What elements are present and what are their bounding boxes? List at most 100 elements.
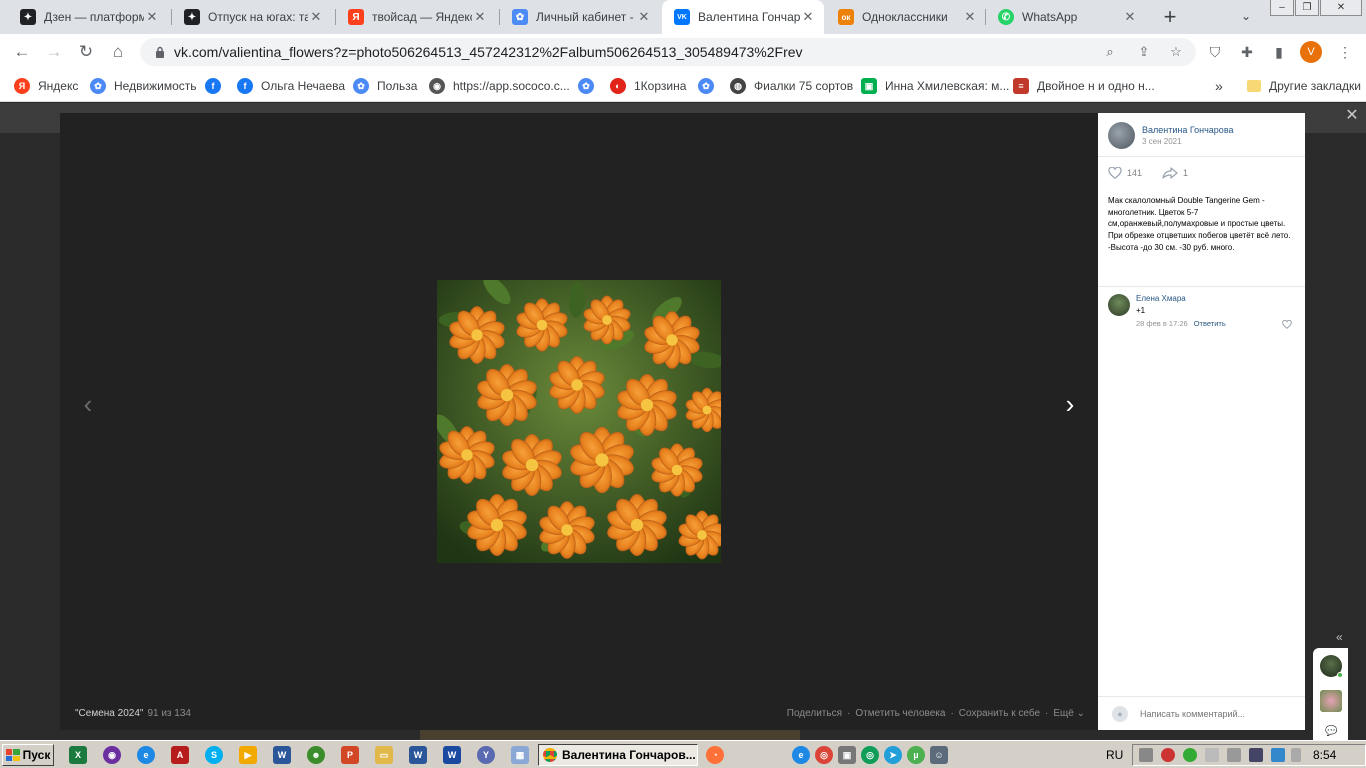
bookmarks-overflow-icon[interactable]: »	[1215, 77, 1223, 95]
side-panel-icon[interactable]: ▮	[1270, 43, 1288, 61]
bookmark-flower[interactable]: ✿	[578, 77, 594, 95]
outlook-icon[interactable]: W	[273, 746, 291, 764]
tag-person-action-link[interactable]: Отметить человека	[855, 708, 945, 719]
firefox-icon[interactable]: ◔	[706, 746, 724, 764]
bookmark-sococo[interactable]: ◉ https://app.sococo.c...	[429, 77, 570, 95]
telegram-icon[interactable]: ➤	[884, 746, 902, 764]
calculator-icon[interactable]: ▦	[511, 746, 529, 764]
author-name-link[interactable]: Валентина Гончарова	[1142, 125, 1234, 135]
close-icon[interactable]: ✕	[800, 9, 816, 25]
bookmark-star-icon[interactable]: ☆	[1168, 44, 1184, 60]
reply-link[interactable]: Ответить	[1194, 319, 1226, 328]
tab-search-chevron-icon[interactable]: ⌄	[1236, 6, 1256, 26]
word-icon[interactable]: W	[409, 746, 427, 764]
window-close-icon[interactable]: ✕	[1320, 0, 1362, 16]
url-text[interactable]: vk.com/valientina_flowers?z=photo5062645…	[174, 44, 803, 60]
video-player-icon[interactable]: ▶	[239, 746, 257, 764]
yahoo-icon[interactable]: Y	[477, 746, 495, 764]
excel-icon[interactable]: X	[69, 746, 87, 764]
collapse-chats-icon[interactable]: «	[1336, 630, 1343, 644]
bookmark-other-folder[interactable]: Другие закладки	[1247, 77, 1361, 95]
language-indicator[interactable]: RU	[1106, 748, 1123, 762]
bookmark-realty[interactable]: ✿ Недвижимость	[90, 77, 197, 95]
frog-icon[interactable]: ☻	[307, 746, 325, 764]
bookmark-olga[interactable]: f Ольга Нечаева	[237, 77, 345, 95]
heart-like-icon[interactable]	[1108, 167, 1122, 179]
tray-misc-icon[interactable]	[1291, 748, 1301, 762]
quicklaunch-ie-icon[interactable]: e	[792, 746, 810, 764]
quicklaunch-chrome-icon[interactable]: ◎	[815, 746, 833, 764]
close-icon[interactable]: ✕	[472, 9, 488, 25]
word-legacy-icon[interactable]: W	[443, 746, 461, 764]
taskbar-chrome-window[interactable]: Валентина Гончаров...	[538, 744, 698, 766]
tab-dzen-1[interactable]: ✦ Дзен — платформа ✕	[8, 0, 168, 34]
close-icon[interactable]: ✕	[636, 9, 652, 25]
commenter-avatar[interactable]	[1108, 294, 1130, 316]
flower-photo[interactable]	[437, 280, 721, 563]
comment-time[interactable]: 28 фев в 17:26	[1136, 319, 1188, 328]
zoom-search-icon[interactable]: ⌕	[1102, 44, 1118, 60]
torrent-icon[interactable]: µ	[907, 746, 925, 764]
chat-avatar-2[interactable]	[1320, 690, 1342, 712]
profile-avatar[interactable]: V	[1300, 41, 1322, 63]
shield-extension-icon[interactable]: ⛉	[1206, 43, 1224, 61]
tab-vk-active[interactable]: VK Валентина Гончаро ✕	[662, 0, 824, 34]
media-icon[interactable]: ◉	[103, 746, 121, 764]
clock[interactable]: 8:54	[1313, 748, 1336, 762]
bookmark-fialki[interactable]: ◍ Фиалки 75 сортов	[730, 77, 853, 95]
extensions-puzzle-icon[interactable]: ✚	[1238, 43, 1256, 61]
bookmark-flower-2[interactable]: ✿	[698, 77, 714, 95]
bookmark-polza[interactable]: ✿ Польза	[353, 77, 417, 95]
address-bar[interactable]: vk.com/valientina_flowers?z=photo5062645…	[140, 38, 1196, 66]
bookmark-korzina[interactable]: ◐ 1Корзина	[610, 77, 686, 95]
chat-bubble-icon[interactable]: 💬	[1325, 726, 1337, 737]
acrobat-icon[interactable]: A	[171, 746, 189, 764]
comment-input[interactable]	[1140, 708, 1290, 719]
reload-icon[interactable]: ↻	[73, 39, 99, 65]
tray-app-icon[interactable]	[1139, 748, 1153, 762]
tab-whatsapp[interactable]: ✆ WhatsApp ✕	[986, 0, 1146, 34]
back-arrow-icon[interactable]: ←	[9, 39, 35, 65]
previous-photo-arrow-icon[interactable]: ‹	[78, 389, 98, 419]
restore-icon[interactable]: ❐	[1295, 0, 1319, 16]
next-photo-arrow-icon[interactable]: ›	[1060, 389, 1080, 419]
quicklaunch-camera-icon[interactable]: ▣	[838, 746, 856, 764]
commenter-name-link[interactable]: Елена Хмара	[1136, 294, 1186, 303]
comment-heart-icon[interactable]	[1282, 320, 1292, 329]
bookmark-facebook[interactable]: f	[205, 77, 221, 95]
share-page-icon[interactable]: ⇪	[1136, 44, 1152, 60]
tray-volume-icon[interactable]	[1205, 748, 1219, 762]
close-icon[interactable]: ✕	[144, 9, 160, 25]
tray-network-icon[interactable]	[1227, 748, 1241, 762]
more-action-link[interactable]: Ещё ⌄	[1053, 708, 1085, 719]
powerpoint-icon[interactable]: P	[341, 746, 359, 764]
tab-dzen-2[interactable]: ✦ Отпуск на югах: та ✕	[172, 0, 332, 34]
folder-icon[interactable]: ▭	[375, 746, 393, 764]
viewer-close-icon[interactable]: ✕	[1343, 106, 1361, 124]
start-button[interactable]: Пуск	[2, 744, 54, 766]
home-icon[interactable]: ⌂	[105, 39, 131, 65]
ie-icon[interactable]: e	[137, 746, 155, 764]
close-icon[interactable]: ✕	[1122, 9, 1138, 25]
close-icon[interactable]: ✕	[962, 9, 978, 25]
tab-cabinet[interactable]: ✿ Личный кабинет - I ✕	[500, 0, 660, 34]
user-tool-icon[interactable]: ☺	[930, 746, 948, 764]
tray-monitor-icon[interactable]	[1249, 748, 1263, 762]
forward-arrow-icon[interactable]: →	[41, 39, 67, 65]
tray-check-icon[interactable]	[1183, 748, 1197, 762]
post-date[interactable]: 3 сен 2021	[1142, 137, 1234, 146]
minimize-icon[interactable]: –	[1270, 0, 1294, 16]
share-action-link[interactable]: Поделиться	[787, 708, 842, 719]
album-name[interactable]: "Семена 2024"	[75, 708, 143, 719]
bookmark-inna[interactable]: ▣ Инна Хмилевская: м...	[861, 77, 1009, 95]
quicklaunch-chrome-2-icon[interactable]: ◎	[861, 746, 879, 764]
tray-antivirus-icon[interactable]	[1161, 748, 1175, 762]
tray-settings-icon[interactable]	[1271, 748, 1285, 762]
close-icon[interactable]: ✕	[308, 9, 324, 25]
save-action-link[interactable]: Сохранить к себе	[959, 708, 1040, 719]
author-avatar[interactable]	[1108, 121, 1135, 149]
tab-yandex[interactable]: Я твойсад — Яндекс: ✕	[336, 0, 496, 34]
new-tab-plus-icon[interactable]: +	[1158, 4, 1182, 29]
bookmark-dvoinoe[interactable]: ≡ Двойное н и одно н...	[1013, 77, 1155, 95]
menu-kebab-icon[interactable]: ⋮	[1336, 43, 1354, 61]
